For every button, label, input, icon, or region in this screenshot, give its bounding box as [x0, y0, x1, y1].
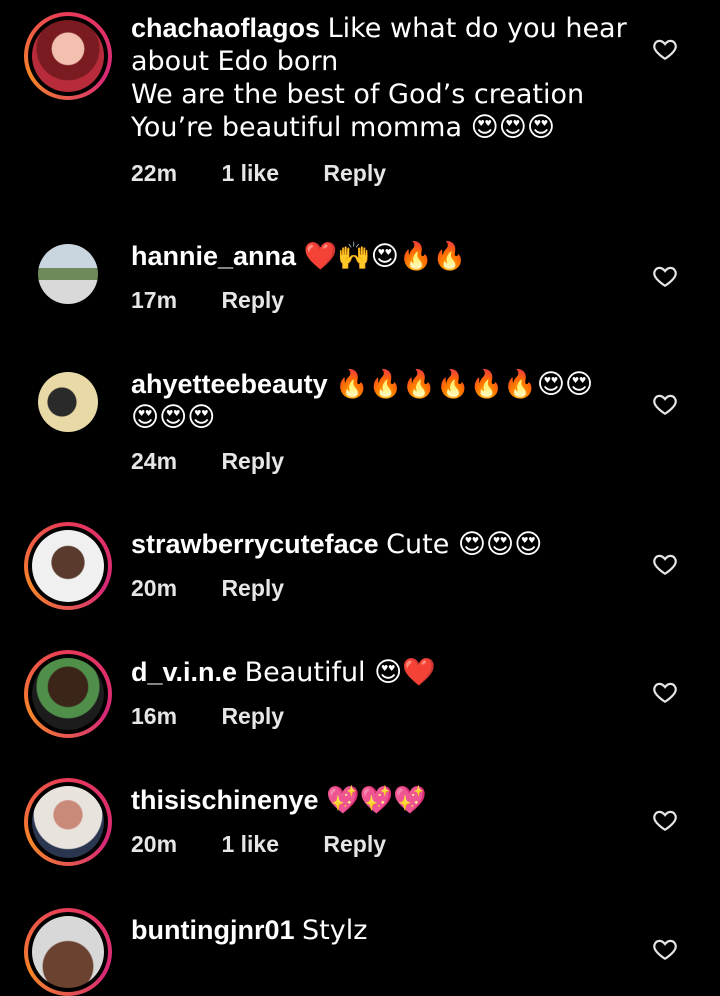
avatar[interactable] — [24, 230, 112, 318]
avatar[interactable] — [24, 12, 112, 100]
comment-text: strawberrycuteface Cute 😍😍😍 — [131, 528, 641, 561]
comment-username[interactable]: hannie_anna — [131, 241, 296, 271]
comment-body: Cute 😍😍😍 — [386, 529, 543, 560]
heart-outline-icon[interactable] — [652, 551, 678, 577]
avatar[interactable] — [24, 522, 112, 610]
comment-time: 17m — [131, 287, 178, 313]
comment-text: d_v.i.n.e Beautiful 😍❤️ — [131, 656, 641, 689]
comment-body: ❤️🙌😍🔥🔥 — [303, 241, 467, 272]
comment-text: buntingjnr01 Stylz — [131, 914, 641, 947]
comment-username[interactable]: strawberrycuteface — [131, 529, 379, 559]
comment-text: ahyetteebeauty 🔥🔥🔥🔥🔥🔥😍😍 😍😍😍 — [131, 368, 641, 434]
reply-button[interactable]: Reply — [221, 448, 284, 474]
comment-text: thisischinenye 💖💖💖 — [131, 784, 641, 817]
comment-likes[interactable]: 1 like — [221, 831, 279, 857]
comment-time: 16m — [131, 703, 178, 729]
heart-outline-icon[interactable] — [652, 679, 678, 705]
comment-username[interactable]: thisischinenye — [131, 785, 319, 815]
comment-username[interactable]: chachaoflagos — [131, 13, 320, 43]
heart-outline-icon[interactable] — [652, 36, 678, 62]
reply-button[interactable]: Reply — [221, 287, 284, 313]
comment-meta: 22m 1 like Reply — [131, 160, 424, 187]
heart-outline-icon[interactable] — [652, 936, 678, 962]
comment-meta: 16m Reply — [131, 703, 322, 730]
reply-button[interactable]: Reply — [221, 575, 284, 601]
comment-meta: 20m Reply — [131, 575, 322, 602]
heart-outline-icon[interactable] — [652, 263, 678, 289]
comment-meta: 24m Reply — [131, 448, 322, 475]
comment-time: 20m — [131, 575, 178, 601]
comment-time: 24m — [131, 448, 178, 474]
comment-time: 20m — [131, 831, 178, 857]
comment-username[interactable]: d_v.i.n.e — [131, 657, 237, 687]
heart-outline-icon[interactable] — [652, 391, 678, 417]
comment-likes[interactable]: 1 like — [221, 160, 279, 186]
comment-body: 💖💖💖 — [326, 785, 427, 816]
avatar[interactable] — [24, 778, 112, 866]
comment-time: 22m — [131, 160, 178, 186]
comment-username[interactable]: ahyetteebeauty — [131, 369, 328, 399]
reply-button[interactable]: Reply — [323, 831, 386, 857]
avatar[interactable] — [24, 650, 112, 738]
comment-text: hannie_anna ❤️🙌😍🔥🔥 — [131, 240, 641, 273]
comment-username[interactable]: buntingjnr01 — [131, 915, 295, 945]
avatar[interactable] — [24, 358, 112, 446]
reply-button[interactable]: Reply — [323, 160, 386, 186]
avatar[interactable] — [24, 908, 112, 996]
heart-outline-icon[interactable] — [652, 807, 678, 833]
reply-button[interactable]: Reply — [221, 703, 284, 729]
comment-text: chachaoflagos Like what do you hear abou… — [131, 12, 641, 144]
comment-body: Beautiful 😍❤️ — [244, 657, 436, 688]
comment-body: Stylz — [302, 915, 368, 946]
comment-meta: 17m Reply — [131, 287, 322, 314]
comment-meta: 20m 1 like Reply — [131, 831, 424, 858]
